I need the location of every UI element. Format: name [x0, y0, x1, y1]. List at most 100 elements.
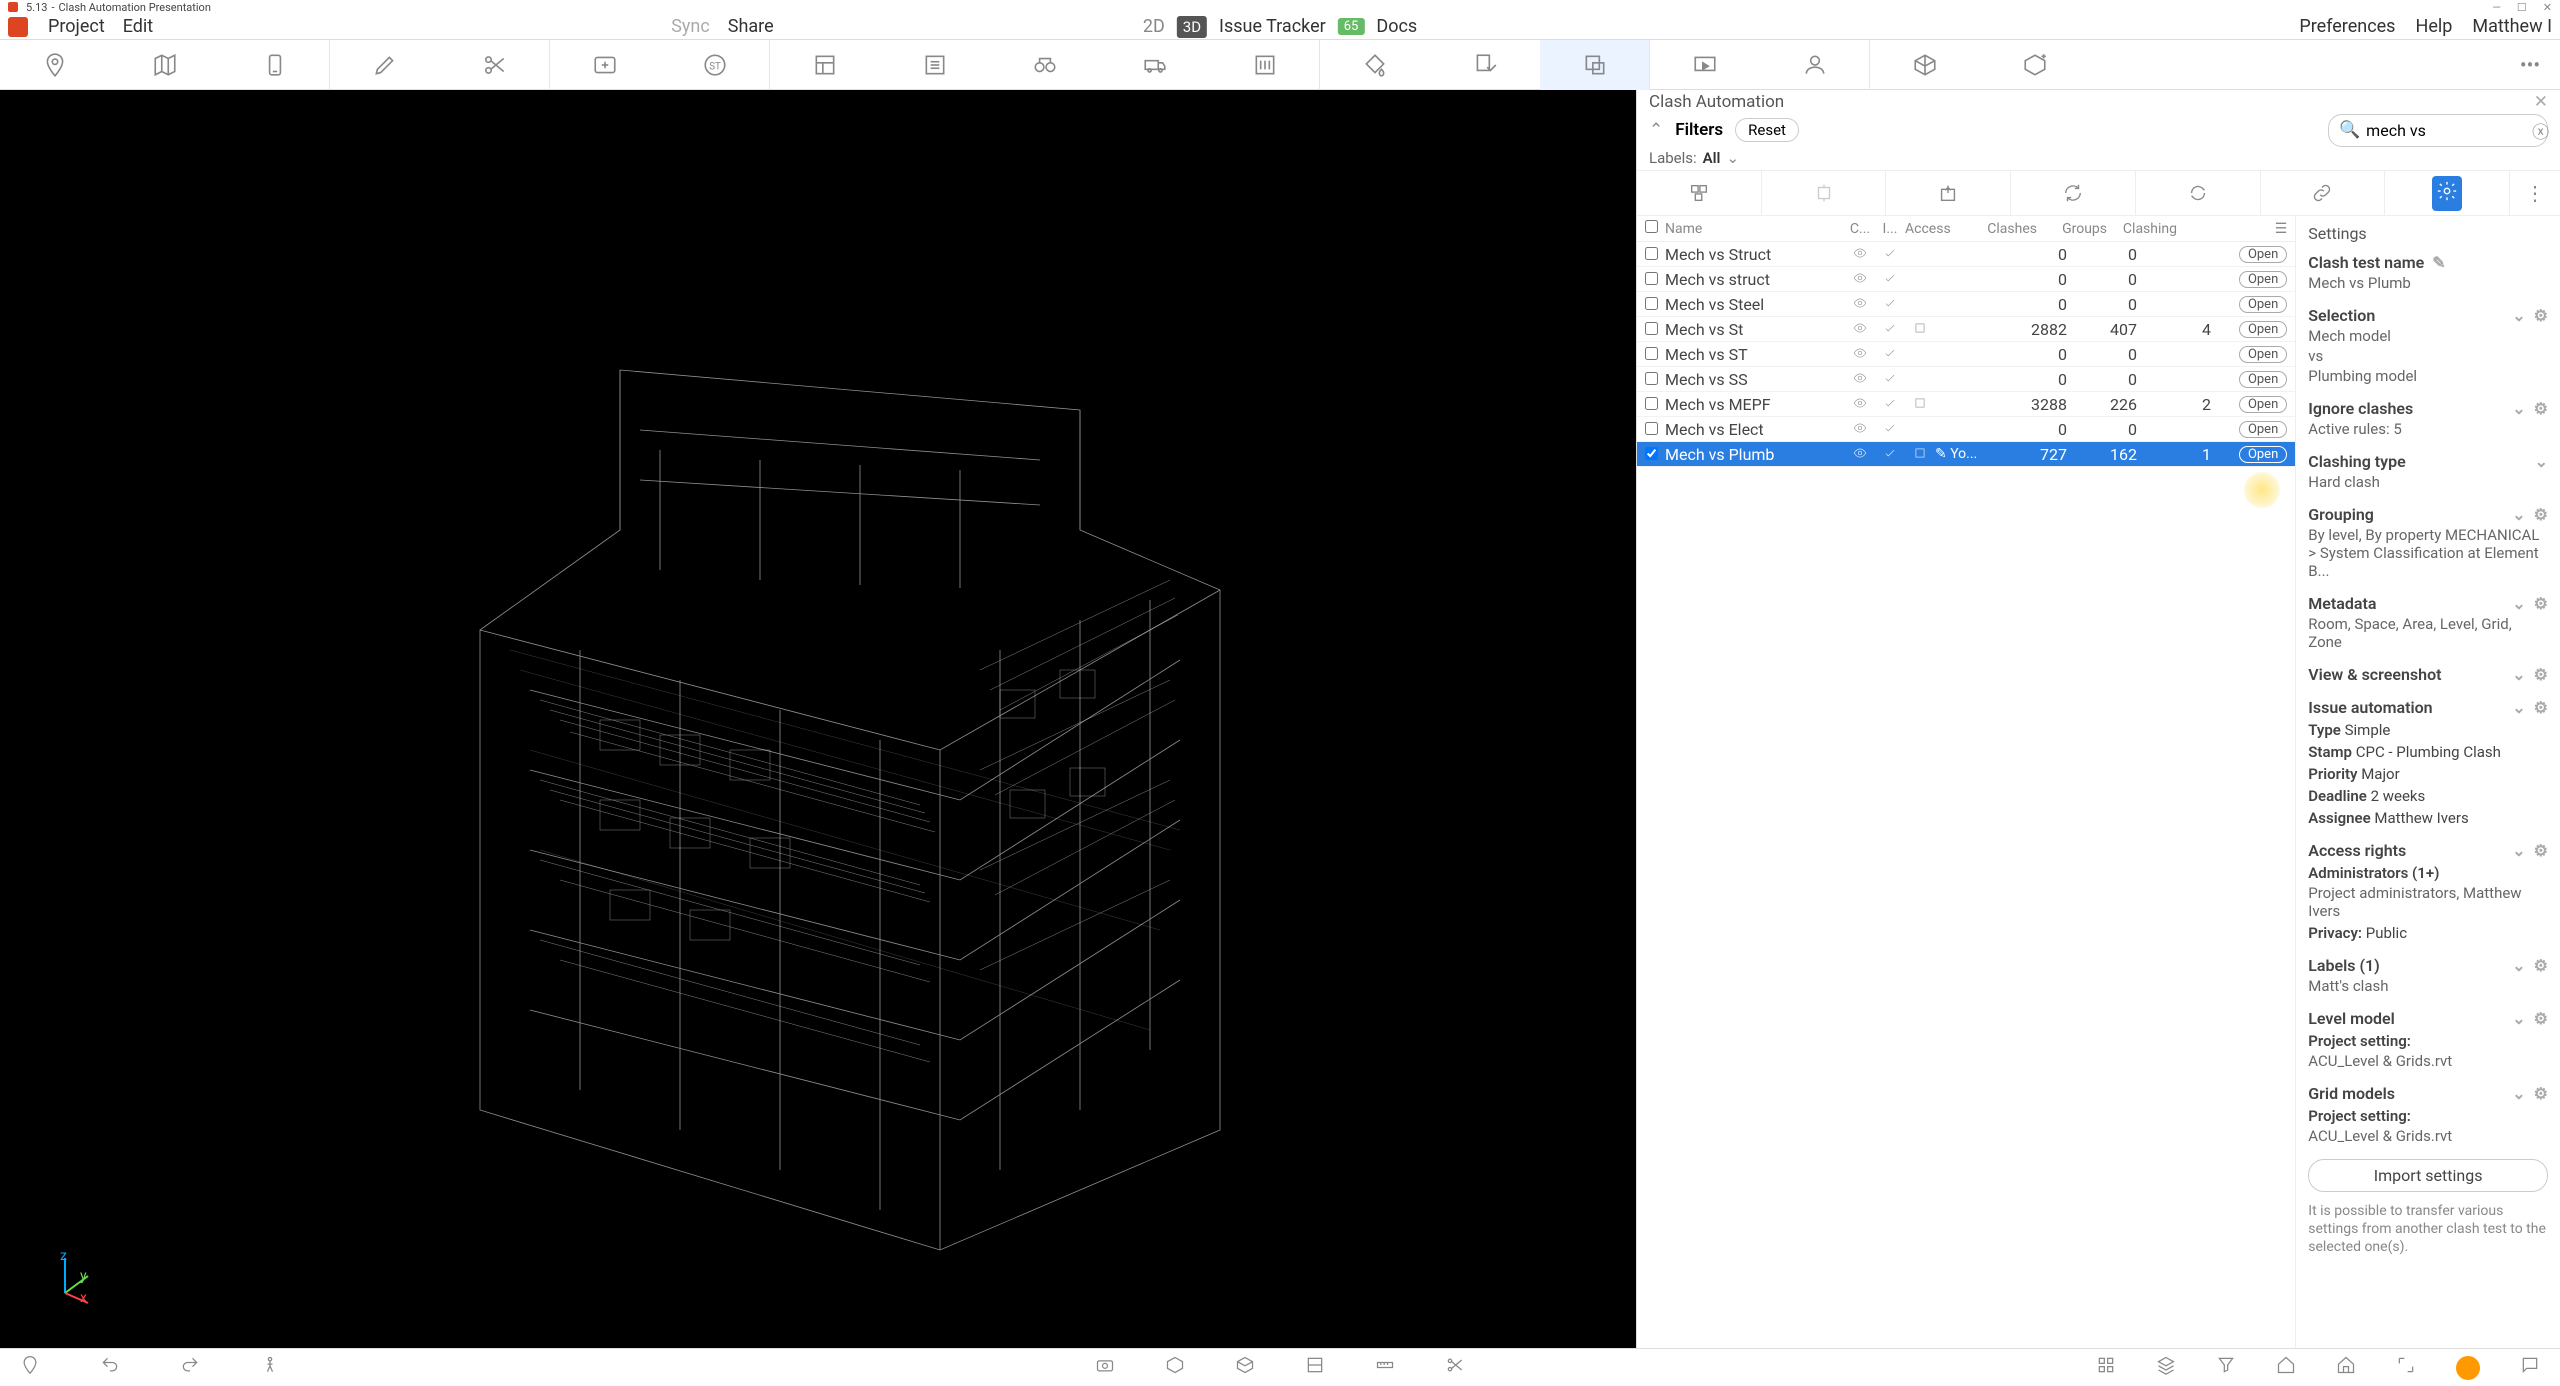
- tool-map[interactable]: [110, 40, 220, 90]
- tool-settings[interactable]: [1210, 40, 1320, 90]
- table-row[interactable]: Mech vs Plumb ✎ Yo... 727 162 1 Open: [1637, 442, 2295, 467]
- bottom-grid[interactable]: [2096, 1355, 2116, 1380]
- gear-icon[interactable]: ⚙: [2534, 594, 2548, 613]
- bottom-expand[interactable]: [2396, 1355, 2416, 1380]
- table-options-icon[interactable]: ☰: [2275, 221, 2288, 237]
- gear-icon[interactable]: ⚙: [2534, 698, 2548, 717]
- gear-icon[interactable]: ⚙: [2534, 505, 2548, 524]
- panel-close-icon[interactable]: ✕: [2534, 92, 2548, 112]
- menu-sync[interactable]: Sync: [671, 16, 710, 37]
- menu-preferences[interactable]: Preferences: [2299, 16, 2395, 37]
- table-row[interactable]: Mech vs SS 0 0 Open: [1637, 367, 2295, 392]
- row-checkbox[interactable]: [1645, 322, 1658, 335]
- minimize-icon[interactable]: —: [2492, 1, 2501, 14]
- extra-icon[interactable]: [1905, 395, 1935, 414]
- eye-icon[interactable]: [1845, 445, 1875, 464]
- open-button[interactable]: Open: [2239, 371, 2287, 388]
- bottom-section[interactable]: [1305, 1355, 1325, 1380]
- gear-icon[interactable]: ⚙: [2534, 1084, 2548, 1103]
- maximize-icon[interactable]: ☐: [2517, 1, 2527, 14]
- chevron-down-icon[interactable]: ⌄: [2512, 956, 2525, 975]
- table-row[interactable]: Mech vs Struct 0 0 Open: [1637, 242, 2295, 267]
- open-button[interactable]: Open: [2239, 246, 2287, 263]
- bottom-cube2[interactable]: [1235, 1355, 1255, 1380]
- chevron-down-icon[interactable]: ⌄: [2512, 1009, 2525, 1028]
- tool-add[interactable]: [550, 40, 660, 90]
- row-checkbox[interactable]: [1645, 272, 1658, 285]
- bottom-cube1[interactable]: [1165, 1355, 1185, 1380]
- bottom-home2[interactable]: [2336, 1355, 2356, 1380]
- tool-phone[interactable]: [220, 40, 330, 90]
- chevron-down-icon[interactable]: ⌄: [2512, 399, 2525, 418]
- open-button[interactable]: Open: [2239, 396, 2287, 413]
- open-button[interactable]: Open: [2239, 296, 2287, 313]
- table-row[interactable]: Mech vs Elect 0 0 Open: [1637, 417, 2295, 442]
- open-button[interactable]: Open: [2239, 271, 2287, 288]
- table-row[interactable]: Mech vs St 2882 407 4 Open: [1637, 317, 2295, 342]
- view-3d-button[interactable]: 3D: [1177, 16, 1207, 38]
- search-clear-icon[interactable]: ⓧ: [2532, 118, 2549, 143]
- gear-icon[interactable]: ⚙: [2534, 665, 2548, 684]
- tool-structure[interactable]: [770, 40, 880, 90]
- open-button[interactable]: Open: [2239, 346, 2287, 363]
- tabs-more[interactable]: ⋮: [2510, 181, 2560, 205]
- bottom-redo[interactable]: [180, 1355, 200, 1380]
- gear-icon[interactable]: ⚙: [2534, 956, 2548, 975]
- row-checkbox[interactable]: [1645, 397, 1658, 410]
- menu-docs[interactable]: Docs: [1376, 16, 1417, 37]
- table-row[interactable]: Mech vs struct 0 0 Open: [1637, 267, 2295, 292]
- toolbar-more[interactable]: •••: [2500, 53, 2560, 77]
- bottom-pin[interactable]: [20, 1355, 40, 1380]
- chevron-down-icon[interactable]: ⌄: [2512, 841, 2525, 860]
- col-clashing[interactable]: Clashing: [2107, 221, 2187, 237]
- row-checkbox[interactable]: [1645, 372, 1658, 385]
- eye-icon[interactable]: [1845, 245, 1875, 264]
- bottom-ruler[interactable]: [1375, 1355, 1395, 1380]
- tool-st[interactable]: ST: [660, 40, 770, 90]
- select-all-checkbox[interactable]: [1645, 220, 1658, 233]
- bottom-filter[interactable]: [2216, 1355, 2236, 1380]
- bottom-home[interactable]: [2276, 1355, 2296, 1380]
- menu-help[interactable]: Help: [2415, 16, 2452, 37]
- table-row[interactable]: Mech vs MEPF 3288 226 2 Open: [1637, 392, 2295, 417]
- row-checkbox[interactable]: [1645, 247, 1658, 260]
- col-access[interactable]: Access: [1905, 221, 1961, 237]
- tab-isolate[interactable]: [1762, 171, 1887, 215]
- search-box[interactable]: 🔍 ⓧ: [2328, 114, 2548, 147]
- filters-collapse-icon[interactable]: ⌃: [1649, 120, 1663, 140]
- eye-icon[interactable]: [1845, 270, 1875, 289]
- tool-paint[interactable]: [1320, 40, 1430, 90]
- tool-truck[interactable]: [1100, 40, 1210, 90]
- tool-doc-check[interactable]: [1430, 40, 1540, 90]
- row-checkbox[interactable]: [1645, 347, 1658, 360]
- reset-button[interactable]: Reset: [1735, 118, 1799, 142]
- extra-icon[interactable]: [1905, 445, 1935, 464]
- tab-sync[interactable]: [2136, 171, 2261, 215]
- row-checkbox[interactable]: [1645, 447, 1658, 460]
- eye-icon[interactable]: [1845, 320, 1875, 339]
- gear-icon[interactable]: ⚙: [2534, 306, 2548, 325]
- tool-box-plus[interactable]: [1980, 40, 2090, 90]
- user-avatar[interactable]: [2456, 1356, 2480, 1380]
- col-i[interactable]: I...: [1875, 221, 1905, 237]
- chevron-down-icon[interactable]: ⌄: [2512, 505, 2525, 524]
- chevron-down-icon[interactable]: ⌄: [2535, 452, 2548, 471]
- tool-pin[interactable]: [0, 40, 110, 90]
- tool-user[interactable]: [1760, 40, 1870, 90]
- eye-icon[interactable]: [1845, 370, 1875, 389]
- import-settings-button[interactable]: Import settings: [2308, 1159, 2548, 1192]
- col-c[interactable]: C...: [1845, 221, 1875, 237]
- tool-list[interactable]: [880, 40, 990, 90]
- bottom-cut[interactable]: [1445, 1355, 1465, 1380]
- chevron-down-icon[interactable]: ⌄: [2512, 665, 2525, 684]
- tab-settings[interactable]: [2385, 171, 2510, 215]
- row-checkbox[interactable]: [1645, 422, 1658, 435]
- axis-gizmo[interactable]: z y x: [40, 1248, 100, 1308]
- menu-share[interactable]: Share: [728, 16, 774, 37]
- eye-icon[interactable]: [1845, 345, 1875, 364]
- view-2d-button[interactable]: 2D: [1143, 16, 1165, 37]
- menu-project[interactable]: Project: [48, 16, 105, 37]
- open-button[interactable]: Open: [2239, 321, 2287, 338]
- eye-icon[interactable]: [1845, 420, 1875, 439]
- gear-icon[interactable]: ⚙: [2534, 841, 2548, 860]
